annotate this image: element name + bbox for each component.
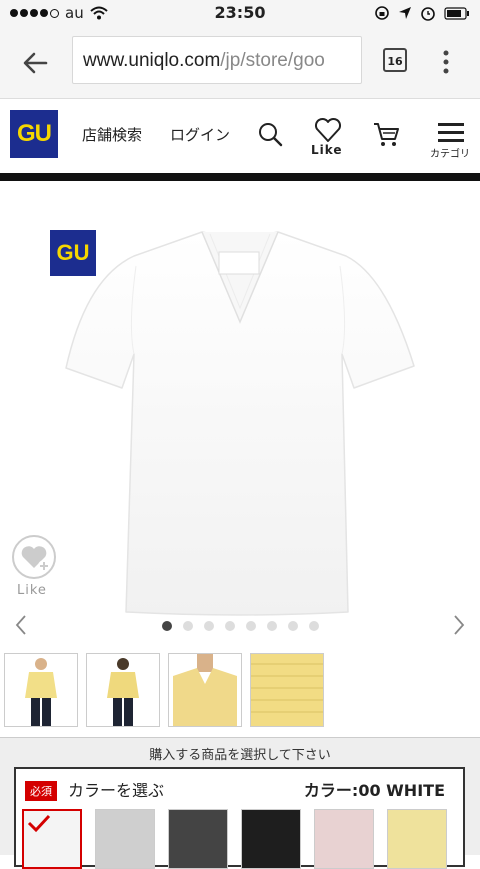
carousel-dot[interactable] xyxy=(288,621,298,631)
carousel-pagination[interactable] xyxy=(162,621,319,631)
thumbnail-model-back[interactable] xyxy=(86,653,160,727)
like-label[interactable]: Like xyxy=(311,143,343,157)
purchase-selection-panel: 購入する商品を選択して下さい 必須 カラーを選ぶ カラー:00 WHITE xyxy=(0,737,480,869)
chevron-left-icon[interactable] xyxy=(14,614,28,636)
gu-logo[interactable]: GU xyxy=(10,110,58,158)
model-closeup-image xyxy=(173,654,237,726)
store-search-link[interactable]: 店舗検索 xyxy=(82,124,142,145)
model-front-image xyxy=(25,658,57,726)
required-badge: 必須 xyxy=(25,781,57,801)
selected-color-value: カラー:00 WHITE xyxy=(303,781,445,800)
url-path: /jp/store/goo xyxy=(220,50,325,71)
back-arrow-icon[interactable] xyxy=(18,46,52,80)
thumbnail-model-closeup[interactable] xyxy=(168,653,242,727)
battery-icon xyxy=(444,6,469,20)
location-icon xyxy=(399,7,411,19)
carousel-dot[interactable] xyxy=(204,621,214,631)
fabric-detail-image xyxy=(251,654,323,726)
carousel-dot[interactable] xyxy=(183,621,193,631)
model-back-image xyxy=(107,658,139,726)
like-button-label: Like xyxy=(17,583,47,598)
status-icons xyxy=(374,5,470,21)
color-swatch[interactable] xyxy=(314,809,374,869)
chevron-right-icon[interactable] xyxy=(452,614,466,636)
color-swatch-list xyxy=(22,809,447,869)
checkmark-icon xyxy=(27,814,51,833)
url-bar[interactable]: www.uniqlo.com/jp/store/goo xyxy=(72,36,362,84)
product-image xyxy=(65,231,415,616)
status-bar: au 23:50 xyxy=(0,0,480,26)
heart-plus-icon xyxy=(21,546,50,572)
color-swatch[interactable] xyxy=(387,809,447,869)
carousel-dot[interactable] xyxy=(309,621,319,631)
thumbnail-fabric-detail[interactable] xyxy=(250,653,324,727)
carousel-dot[interactable] xyxy=(267,621,277,631)
browser-toolbar: www.uniqlo.com/jp/store/goo 16 xyxy=(0,26,480,99)
color-swatch[interactable] xyxy=(22,809,82,869)
site-header: GU 店舗検索 ログイン Like カテゴリ xyxy=(0,99,480,173)
category-label[interactable]: カテゴリ xyxy=(430,145,470,160)
rotation-lock-icon xyxy=(375,6,389,20)
carousel-dot[interactable] xyxy=(246,621,256,631)
carousel-dot[interactable] xyxy=(162,621,172,631)
carousel-dot[interactable] xyxy=(225,621,235,631)
login-link[interactable]: ログイン xyxy=(170,124,230,145)
cart-icon[interactable] xyxy=(371,119,401,149)
color-swatch[interactable] xyxy=(241,809,301,869)
selection-instruction: 購入する商品を選択して下さい xyxy=(149,748,331,763)
url-host: www.uniqlo.com xyxy=(83,50,221,71)
color-selector: 必須 カラーを選ぶ カラー:00 WHITE xyxy=(14,767,465,869)
tab-switcher-button[interactable]: 16 xyxy=(383,48,407,72)
product-image-carousel[interactable]: GU Like xyxy=(0,182,480,642)
add-to-like-button[interactable] xyxy=(12,535,56,579)
color-swatch[interactable] xyxy=(95,809,155,869)
thumbnail-strip xyxy=(4,653,324,727)
search-icon[interactable] xyxy=(255,119,285,149)
header-divider xyxy=(0,173,480,181)
thumbnail-model-front[interactable] xyxy=(4,653,78,727)
alarm-icon xyxy=(421,7,435,21)
heart-icon[interactable] xyxy=(313,115,343,145)
color-swatch[interactable] xyxy=(168,809,228,869)
more-options-icon[interactable] xyxy=(442,50,450,74)
color-selector-title: カラーを選ぶ xyxy=(68,781,165,800)
